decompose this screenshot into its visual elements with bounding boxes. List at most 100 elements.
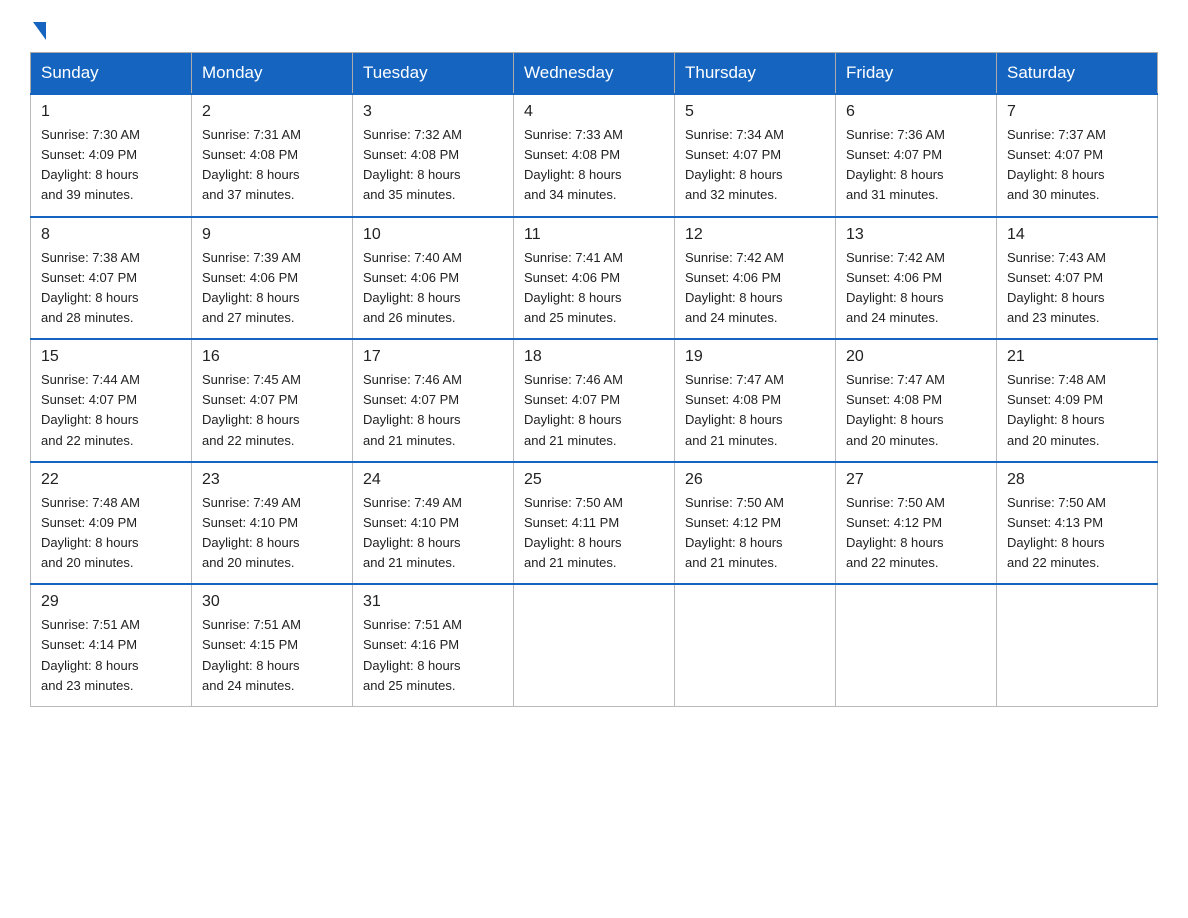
day-number: 22 [41, 471, 181, 489]
calendar-header-saturday: Saturday [997, 53, 1158, 95]
day-info: Sunrise: 7:50 AM Sunset: 4:11 PM Dayligh… [524, 493, 664, 574]
day-info: Sunrise: 7:43 AM Sunset: 4:07 PM Dayligh… [1007, 248, 1147, 329]
day-info: Sunrise: 7:31 AM Sunset: 4:08 PM Dayligh… [202, 125, 342, 206]
day-number: 3 [363, 103, 503, 121]
calendar-cell: 9 Sunrise: 7:39 AM Sunset: 4:06 PM Dayli… [192, 217, 353, 340]
day-number: 5 [685, 103, 825, 121]
day-number: 20 [846, 348, 986, 366]
calendar-table: SundayMondayTuesdayWednesdayThursdayFrid… [30, 52, 1158, 707]
calendar-cell: 2 Sunrise: 7:31 AM Sunset: 4:08 PM Dayli… [192, 94, 353, 217]
calendar-cell [675, 584, 836, 706]
day-number: 11 [524, 226, 664, 244]
calendar-cell: 10 Sunrise: 7:40 AM Sunset: 4:06 PM Dayl… [353, 217, 514, 340]
calendar-cell: 26 Sunrise: 7:50 AM Sunset: 4:12 PM Dayl… [675, 462, 836, 585]
day-number: 26 [685, 471, 825, 489]
calendar-cell: 29 Sunrise: 7:51 AM Sunset: 4:14 PM Dayl… [31, 584, 192, 706]
day-info: Sunrise: 7:50 AM Sunset: 4:12 PM Dayligh… [846, 493, 986, 574]
day-info: Sunrise: 7:33 AM Sunset: 4:08 PM Dayligh… [524, 125, 664, 206]
calendar-cell: 3 Sunrise: 7:32 AM Sunset: 4:08 PM Dayli… [353, 94, 514, 217]
day-number: 2 [202, 103, 342, 121]
week-row-1: 1 Sunrise: 7:30 AM Sunset: 4:09 PM Dayli… [31, 94, 1158, 217]
calendar-cell: 5 Sunrise: 7:34 AM Sunset: 4:07 PM Dayli… [675, 94, 836, 217]
calendar-cell: 7 Sunrise: 7:37 AM Sunset: 4:07 PM Dayli… [997, 94, 1158, 217]
day-info: Sunrise: 7:45 AM Sunset: 4:07 PM Dayligh… [202, 370, 342, 451]
calendar-header-wednesday: Wednesday [514, 53, 675, 95]
day-info: Sunrise: 7:42 AM Sunset: 4:06 PM Dayligh… [846, 248, 986, 329]
calendar-cell: 30 Sunrise: 7:51 AM Sunset: 4:15 PM Dayl… [192, 584, 353, 706]
calendar-cell: 24 Sunrise: 7:49 AM Sunset: 4:10 PM Dayl… [353, 462, 514, 585]
day-number: 13 [846, 226, 986, 244]
calendar-cell: 28 Sunrise: 7:50 AM Sunset: 4:13 PM Dayl… [997, 462, 1158, 585]
day-info: Sunrise: 7:51 AM Sunset: 4:14 PM Dayligh… [41, 615, 181, 696]
calendar-cell: 19 Sunrise: 7:47 AM Sunset: 4:08 PM Dayl… [675, 339, 836, 462]
page-header [30, 20, 1158, 34]
day-info: Sunrise: 7:48 AM Sunset: 4:09 PM Dayligh… [41, 493, 181, 574]
day-info: Sunrise: 7:39 AM Sunset: 4:06 PM Dayligh… [202, 248, 342, 329]
day-number: 4 [524, 103, 664, 121]
week-row-5: 29 Sunrise: 7:51 AM Sunset: 4:14 PM Dayl… [31, 584, 1158, 706]
day-info: Sunrise: 7:49 AM Sunset: 4:10 PM Dayligh… [363, 493, 503, 574]
calendar-header-thursday: Thursday [675, 53, 836, 95]
day-info: Sunrise: 7:50 AM Sunset: 4:12 PM Dayligh… [685, 493, 825, 574]
calendar-cell: 13 Sunrise: 7:42 AM Sunset: 4:06 PM Dayl… [836, 217, 997, 340]
day-number: 1 [41, 103, 181, 121]
day-info: Sunrise: 7:40 AM Sunset: 4:06 PM Dayligh… [363, 248, 503, 329]
calendar-cell: 6 Sunrise: 7:36 AM Sunset: 4:07 PM Dayli… [836, 94, 997, 217]
day-number: 7 [1007, 103, 1147, 121]
day-info: Sunrise: 7:46 AM Sunset: 4:07 PM Dayligh… [363, 370, 503, 451]
calendar-cell: 14 Sunrise: 7:43 AM Sunset: 4:07 PM Dayl… [997, 217, 1158, 340]
day-number: 23 [202, 471, 342, 489]
day-number: 30 [202, 593, 342, 611]
day-number: 10 [363, 226, 503, 244]
day-info: Sunrise: 7:48 AM Sunset: 4:09 PM Dayligh… [1007, 370, 1147, 451]
calendar-cell: 25 Sunrise: 7:50 AM Sunset: 4:11 PM Dayl… [514, 462, 675, 585]
day-number: 19 [685, 348, 825, 366]
calendar-cell: 1 Sunrise: 7:30 AM Sunset: 4:09 PM Dayli… [31, 94, 192, 217]
week-row-4: 22 Sunrise: 7:48 AM Sunset: 4:09 PM Dayl… [31, 462, 1158, 585]
day-info: Sunrise: 7:30 AM Sunset: 4:09 PM Dayligh… [41, 125, 181, 206]
day-number: 9 [202, 226, 342, 244]
day-number: 14 [1007, 226, 1147, 244]
day-info: Sunrise: 7:50 AM Sunset: 4:13 PM Dayligh… [1007, 493, 1147, 574]
calendar-header-tuesday: Tuesday [353, 53, 514, 95]
calendar-cell [514, 584, 675, 706]
day-info: Sunrise: 7:42 AM Sunset: 4:06 PM Dayligh… [685, 248, 825, 329]
day-info: Sunrise: 7:46 AM Sunset: 4:07 PM Dayligh… [524, 370, 664, 451]
logo [30, 20, 46, 34]
day-info: Sunrise: 7:32 AM Sunset: 4:08 PM Dayligh… [363, 125, 503, 206]
day-info: Sunrise: 7:49 AM Sunset: 4:10 PM Dayligh… [202, 493, 342, 574]
day-info: Sunrise: 7:34 AM Sunset: 4:07 PM Dayligh… [685, 125, 825, 206]
day-number: 31 [363, 593, 503, 611]
calendar-header-friday: Friday [836, 53, 997, 95]
calendar-cell: 23 Sunrise: 7:49 AM Sunset: 4:10 PM Dayl… [192, 462, 353, 585]
calendar-cell [997, 584, 1158, 706]
day-number: 16 [202, 348, 342, 366]
calendar-cell: 4 Sunrise: 7:33 AM Sunset: 4:08 PM Dayli… [514, 94, 675, 217]
calendar-header-row: SundayMondayTuesdayWednesdayThursdayFrid… [31, 53, 1158, 95]
calendar-cell: 20 Sunrise: 7:47 AM Sunset: 4:08 PM Dayl… [836, 339, 997, 462]
week-row-3: 15 Sunrise: 7:44 AM Sunset: 4:07 PM Dayl… [31, 339, 1158, 462]
calendar-cell: 27 Sunrise: 7:50 AM Sunset: 4:12 PM Dayl… [836, 462, 997, 585]
day-number: 17 [363, 348, 503, 366]
calendar-cell: 22 Sunrise: 7:48 AM Sunset: 4:09 PM Dayl… [31, 462, 192, 585]
day-info: Sunrise: 7:41 AM Sunset: 4:06 PM Dayligh… [524, 248, 664, 329]
day-number: 21 [1007, 348, 1147, 366]
day-number: 12 [685, 226, 825, 244]
day-info: Sunrise: 7:51 AM Sunset: 4:16 PM Dayligh… [363, 615, 503, 696]
calendar-cell: 16 Sunrise: 7:45 AM Sunset: 4:07 PM Dayl… [192, 339, 353, 462]
week-row-2: 8 Sunrise: 7:38 AM Sunset: 4:07 PM Dayli… [31, 217, 1158, 340]
day-number: 6 [846, 103, 986, 121]
day-number: 18 [524, 348, 664, 366]
day-info: Sunrise: 7:38 AM Sunset: 4:07 PM Dayligh… [41, 248, 181, 329]
calendar-cell: 15 Sunrise: 7:44 AM Sunset: 4:07 PM Dayl… [31, 339, 192, 462]
day-number: 24 [363, 471, 503, 489]
calendar-cell: 11 Sunrise: 7:41 AM Sunset: 4:06 PM Dayl… [514, 217, 675, 340]
day-info: Sunrise: 7:36 AM Sunset: 4:07 PM Dayligh… [846, 125, 986, 206]
calendar-cell [836, 584, 997, 706]
calendar-header-monday: Monday [192, 53, 353, 95]
day-number: 25 [524, 471, 664, 489]
day-info: Sunrise: 7:47 AM Sunset: 4:08 PM Dayligh… [846, 370, 986, 451]
day-number: 29 [41, 593, 181, 611]
day-info: Sunrise: 7:51 AM Sunset: 4:15 PM Dayligh… [202, 615, 342, 696]
day-number: 28 [1007, 471, 1147, 489]
